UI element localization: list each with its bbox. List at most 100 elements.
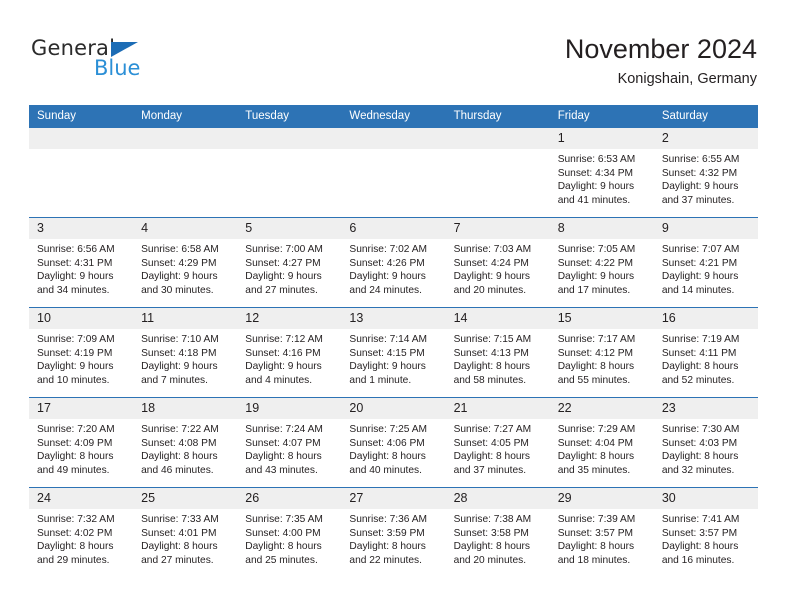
day-number [237,128,342,149]
sunrise-text: Sunrise: 7:33 AM [141,514,219,525]
sunrise-text: Sunrise: 7:32 AM [37,514,115,525]
brand-logo[interactable]: General Blue [31,36,211,84]
day-cell-inner: 24 Sunrise: 7:32 AM Sunset: 4:02 PM Dayligh… [29,488,134,578]
day-cell-inner: 20 Sunrise: 7:25 AM Sunset: 4:06 PM Dayligh… [341,398,446,487]
calendar-day-cell[interactable]: 28 Sunrise: 7:38 AM Sunset: 3:58 PM Dayligh… [445,487,550,578]
weekday-header-sunday: Sunday [29,105,134,128]
sunset-text: Sunset: 4:24 PM [453,257,529,269]
daylight-text: Daylight: 9 hours and 41 minutes. [557,181,635,206]
calendar-day-cell[interactable]: 14 Sunrise: 7:15 AM Sunset: 4:13 PM Dayligh… [445,307,550,398]
calendar-day-cell[interactable]: 16 Sunrise: 7:19 AM Sunset: 4:11 PM Dayligh… [653,307,758,398]
calendar-day-cell[interactable]: 19 Sunrise: 7:24 AM Sunset: 4:07 PM Dayligh… [237,397,342,488]
sunrise-text: Sunrise: 7:15 AM [453,334,532,345]
sun-info: Sunrise: 7:03 AM Sunset: 4:24 PM Daylight:… [446,239,550,297]
daylight-text: Daylight: 8 hours and 40 minutes. [349,451,426,476]
calendar-day-cell[interactable]: 27 Sunrise: 7:36 AM Sunset: 3:59 PM Dayligh… [341,487,446,578]
day-cell-inner: 15 Sunrise: 7:17 AM Sunset: 4:12 PM Dayligh… [549,308,654,397]
calendar-day-cell[interactable]: 13 Sunrise: 7:14 AM Sunset: 4:15 PM Dayligh… [341,307,446,398]
sunset-text: Sunset: 4:05 PM [453,437,529,449]
sun-info: Sunrise: 7:32 AM Sunset: 4:02 PM Daylight:… [29,509,133,567]
sun-info: Sunrise: 7:36 AM Sunset: 3:59 PM Daylight:… [341,509,445,567]
sunset-text: Sunset: 4:13 PM [453,347,529,359]
sun-info: Sunrise: 6:58 AM Sunset: 4:29 PM Daylight:… [133,239,237,297]
day-number: 14 [445,308,550,329]
day-number: 5 [237,218,342,239]
sun-info: Sunrise: 7:09 AM Sunset: 4:19 PM Daylight:… [29,329,133,387]
daylight-text: Daylight: 8 hours and 55 minutes. [557,361,635,386]
sun-info: Sunrise: 7:24 AM Sunset: 4:07 PM Daylight:… [237,419,341,477]
sun-info: Sunrise: 7:38 AM Sunset: 3:58 PM Daylight:… [446,509,550,567]
calendar-day-cell[interactable]: 2 Sunrise: 6:55 AM Sunset: 4:32 PM Daylight… [653,127,758,218]
day-number: 15 [549,308,654,329]
calendar-day-cell[interactable]: 25 Sunrise: 7:33 AM Sunset: 4:01 PM Dayligh… [133,487,238,578]
sun-info: Sunrise: 7:29 AM Sunset: 4:04 PM Daylight:… [550,419,654,477]
sun-info: Sunrise: 7:00 AM Sunset: 4:27 PM Daylight:… [237,239,341,297]
calendar-day-cell[interactable]: 22 Sunrise: 7:29 AM Sunset: 4:04 PM Dayligh… [549,397,654,488]
calendar-day-cell[interactable]: 24 Sunrise: 7:32 AM Sunset: 4:02 PM Dayligh… [29,487,134,578]
sunset-text: Sunset: 4:16 PM [245,347,321,359]
calendar-week-row: 3 Sunrise: 6:56 AM Sunset: 4:31 PM Daylight… [29,217,758,308]
calendar-day-cell[interactable]: 12 Sunrise: 7:12 AM Sunset: 4:16 PM Dayligh… [237,307,342,398]
sunrise-text: Sunrise: 7:09 AM [37,334,115,345]
day-number: 30 [653,488,758,509]
day-cell-inner: 26 Sunrise: 7:35 AM Sunset: 4:00 PM Dayligh… [237,488,342,578]
day-number: 17 [29,398,134,419]
sunset-text: Sunset: 4:15 PM [349,347,425,359]
calendar-day-cell[interactable]: 9 Sunrise: 7:07 AM Sunset: 4:21 PM Daylight… [653,217,758,308]
calendar-day-cell[interactable]: 5 Sunrise: 7:00 AM Sunset: 4:27 PM Daylight… [237,217,342,308]
sunrise-text: Sunrise: 6:58 AM [141,244,219,255]
daylight-text: Daylight: 8 hours and 18 minutes. [557,541,635,566]
calendar-day-cell[interactable]: 21 Sunrise: 7:27 AM Sunset: 4:05 PM Dayligh… [445,397,550,488]
calendar-week-row: 10 Sunrise: 7:09 AM Sunset: 4:19 PM Dayligh… [29,307,758,398]
daylight-text: Daylight: 8 hours and 46 minutes. [141,451,218,476]
daylight-text: Daylight: 8 hours and 20 minutes. [453,541,531,566]
page-subtitle: Konigshain, Germany [617,71,757,87]
day-cell-inner: 19 Sunrise: 7:24 AM Sunset: 4:07 PM Dayligh… [237,398,342,487]
calendar-week-row: 1 Sunrise: 6:53 AM Sunset: 4:34 PM Daylight… [29,127,758,218]
calendar-day-cell-empty [341,127,446,218]
calendar-day-cell[interactable]: 15 Sunrise: 7:17 AM Sunset: 4:12 PM Dayligh… [549,307,654,398]
day-cell-inner: 13 Sunrise: 7:14 AM Sunset: 4:15 PM Dayligh… [341,308,446,397]
sun-info: Sunrise: 7:17 AM Sunset: 4:12 PM Daylight:… [550,329,654,387]
calendar-day-cell[interactable]: 6 Sunrise: 7:02 AM Sunset: 4:26 PM Daylight… [341,217,446,308]
calendar-day-cell[interactable]: 4 Sunrise: 6:58 AM Sunset: 4:29 PM Daylight… [133,217,238,308]
brand-name-bottom: Blue [94,56,141,80]
calendar-day-cell[interactable]: 20 Sunrise: 7:25 AM Sunset: 4:06 PM Dayligh… [341,397,446,488]
calendar-day-cell[interactable]: 29 Sunrise: 7:39 AM Sunset: 3:57 PM Dayligh… [549,487,654,578]
day-cell-inner: 12 Sunrise: 7:12 AM Sunset: 4:16 PM Dayligh… [237,308,342,397]
sunset-text: Sunset: 3:58 PM [453,527,529,539]
day-cell-inner: 22 Sunrise: 7:29 AM Sunset: 4:04 PM Dayligh… [549,398,654,487]
weekday-header-tuesday: Tuesday [237,105,342,128]
calendar-day-cell[interactable]: 26 Sunrise: 7:35 AM Sunset: 4:00 PM Dayligh… [237,487,342,578]
calendar-day-cell[interactable]: 11 Sunrise: 7:10 AM Sunset: 4:18 PM Dayligh… [133,307,238,398]
day-number: 2 [653,128,758,149]
calendar-day-cell[interactable]: 3 Sunrise: 6:56 AM Sunset: 4:31 PM Daylight… [29,217,134,308]
calendar-day-cell[interactable]: 18 Sunrise: 7:22 AM Sunset: 4:08 PM Dayligh… [133,397,238,488]
sunrise-text: Sunrise: 7:07 AM [661,244,740,255]
sun-info: Sunrise: 7:25 AM Sunset: 4:06 PM Daylight:… [341,419,445,477]
sunrise-text: Sunrise: 7:38 AM [453,514,532,525]
daylight-text: Daylight: 8 hours and 52 minutes. [661,361,739,386]
day-cell-inner: 11 Sunrise: 7:10 AM Sunset: 4:18 PM Dayligh… [133,308,238,397]
daylight-text: Daylight: 9 hours and 7 minutes. [141,361,218,386]
sunset-text: Sunset: 4:18 PM [141,347,217,359]
calendar-day-cell[interactable]: 17 Sunrise: 7:20 AM Sunset: 4:09 PM Dayligh… [29,397,134,488]
calendar-day-cell[interactable]: 1 Sunrise: 6:53 AM Sunset: 4:34 PM Daylight… [549,127,654,218]
daylight-text: Daylight: 8 hours and 32 minutes. [661,451,739,476]
day-cell-inner [29,128,134,217]
sunset-text: Sunset: 4:34 PM [557,167,634,179]
calendar-day-cell[interactable]: 23 Sunrise: 7:30 AM Sunset: 4:03 PM Dayligh… [653,397,758,488]
daylight-text: Daylight: 9 hours and 34 minutes. [37,271,114,296]
calendar-day-cell[interactable]: 30 Sunrise: 7:41 AM Sunset: 3:57 PM Dayligh… [653,487,758,578]
day-cell-inner [133,128,238,217]
day-number: 8 [549,218,654,239]
calendar-day-cell[interactable]: 8 Sunrise: 7:05 AM Sunset: 4:22 PM Daylight… [549,217,654,308]
calendar-day-cell[interactable]: 7 Sunrise: 7:03 AM Sunset: 4:24 PM Daylight… [445,217,550,308]
day-number: 22 [549,398,654,419]
daylight-text: Daylight: 9 hours and 14 minutes. [661,271,739,296]
day-number [341,128,446,149]
daylight-text: Daylight: 9 hours and 4 minutes. [245,361,322,386]
calendar-day-cell[interactable]: 10 Sunrise: 7:09 AM Sunset: 4:19 PM Dayligh… [29,307,134,398]
daylight-text: Daylight: 8 hours and 22 minutes. [349,541,426,566]
day-cell-inner: 1 Sunrise: 6:53 AM Sunset: 4:34 PM Daylight… [549,128,654,217]
